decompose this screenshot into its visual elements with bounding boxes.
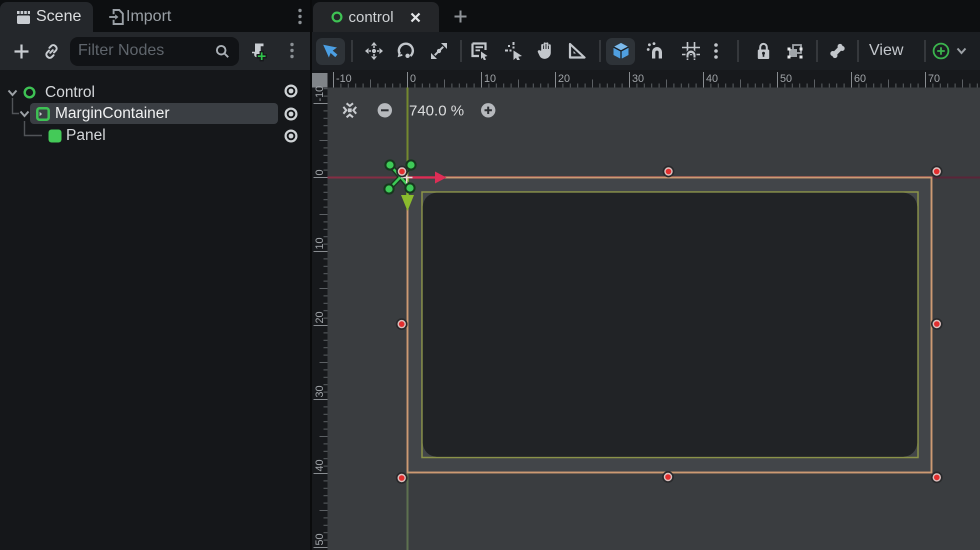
svg-text:740.0 %: 740.0 %: [409, 103, 464, 120]
svg-text:-10: -10: [336, 73, 352, 85]
svg-text:50: 50: [780, 73, 792, 85]
svg-text:40: 40: [314, 459, 326, 471]
svg-text:0: 0: [410, 73, 416, 85]
svg-text:10: 10: [484, 73, 496, 85]
svg-text:70: 70: [928, 73, 940, 85]
svg-text:-10: -10: [314, 86, 326, 102]
svg-text:20: 20: [558, 73, 570, 85]
svg-text:40: 40: [706, 73, 718, 85]
svg-text:0: 0: [314, 169, 326, 175]
svg-text:60: 60: [854, 73, 866, 85]
svg-text:30: 30: [314, 385, 326, 397]
svg-text:20: 20: [314, 311, 326, 323]
svg-text:30: 30: [632, 73, 644, 85]
svg-text:50: 50: [314, 533, 326, 545]
svg-text:10: 10: [314, 237, 326, 249]
